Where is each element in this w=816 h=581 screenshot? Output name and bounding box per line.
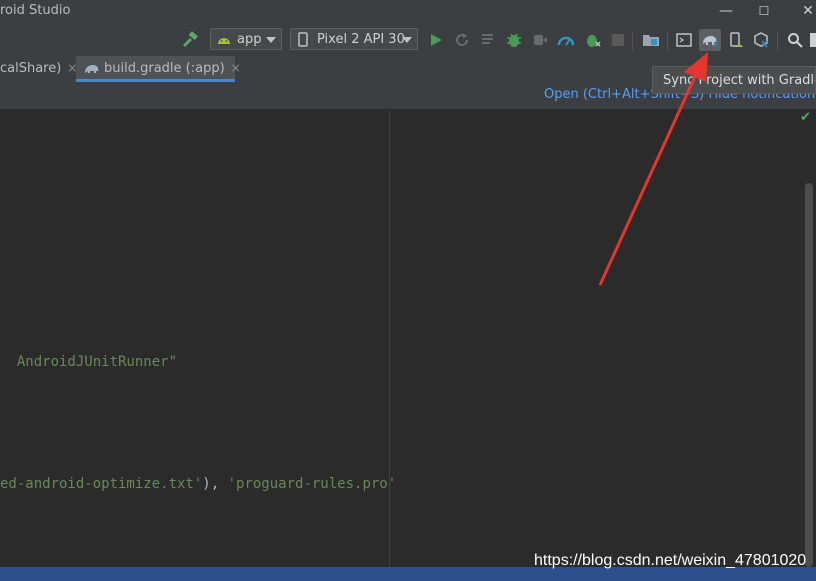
watermark-text: https://blog.csdn.net/weixin_47801020	[534, 552, 807, 569]
annotation-arrow	[598, 52, 708, 286]
